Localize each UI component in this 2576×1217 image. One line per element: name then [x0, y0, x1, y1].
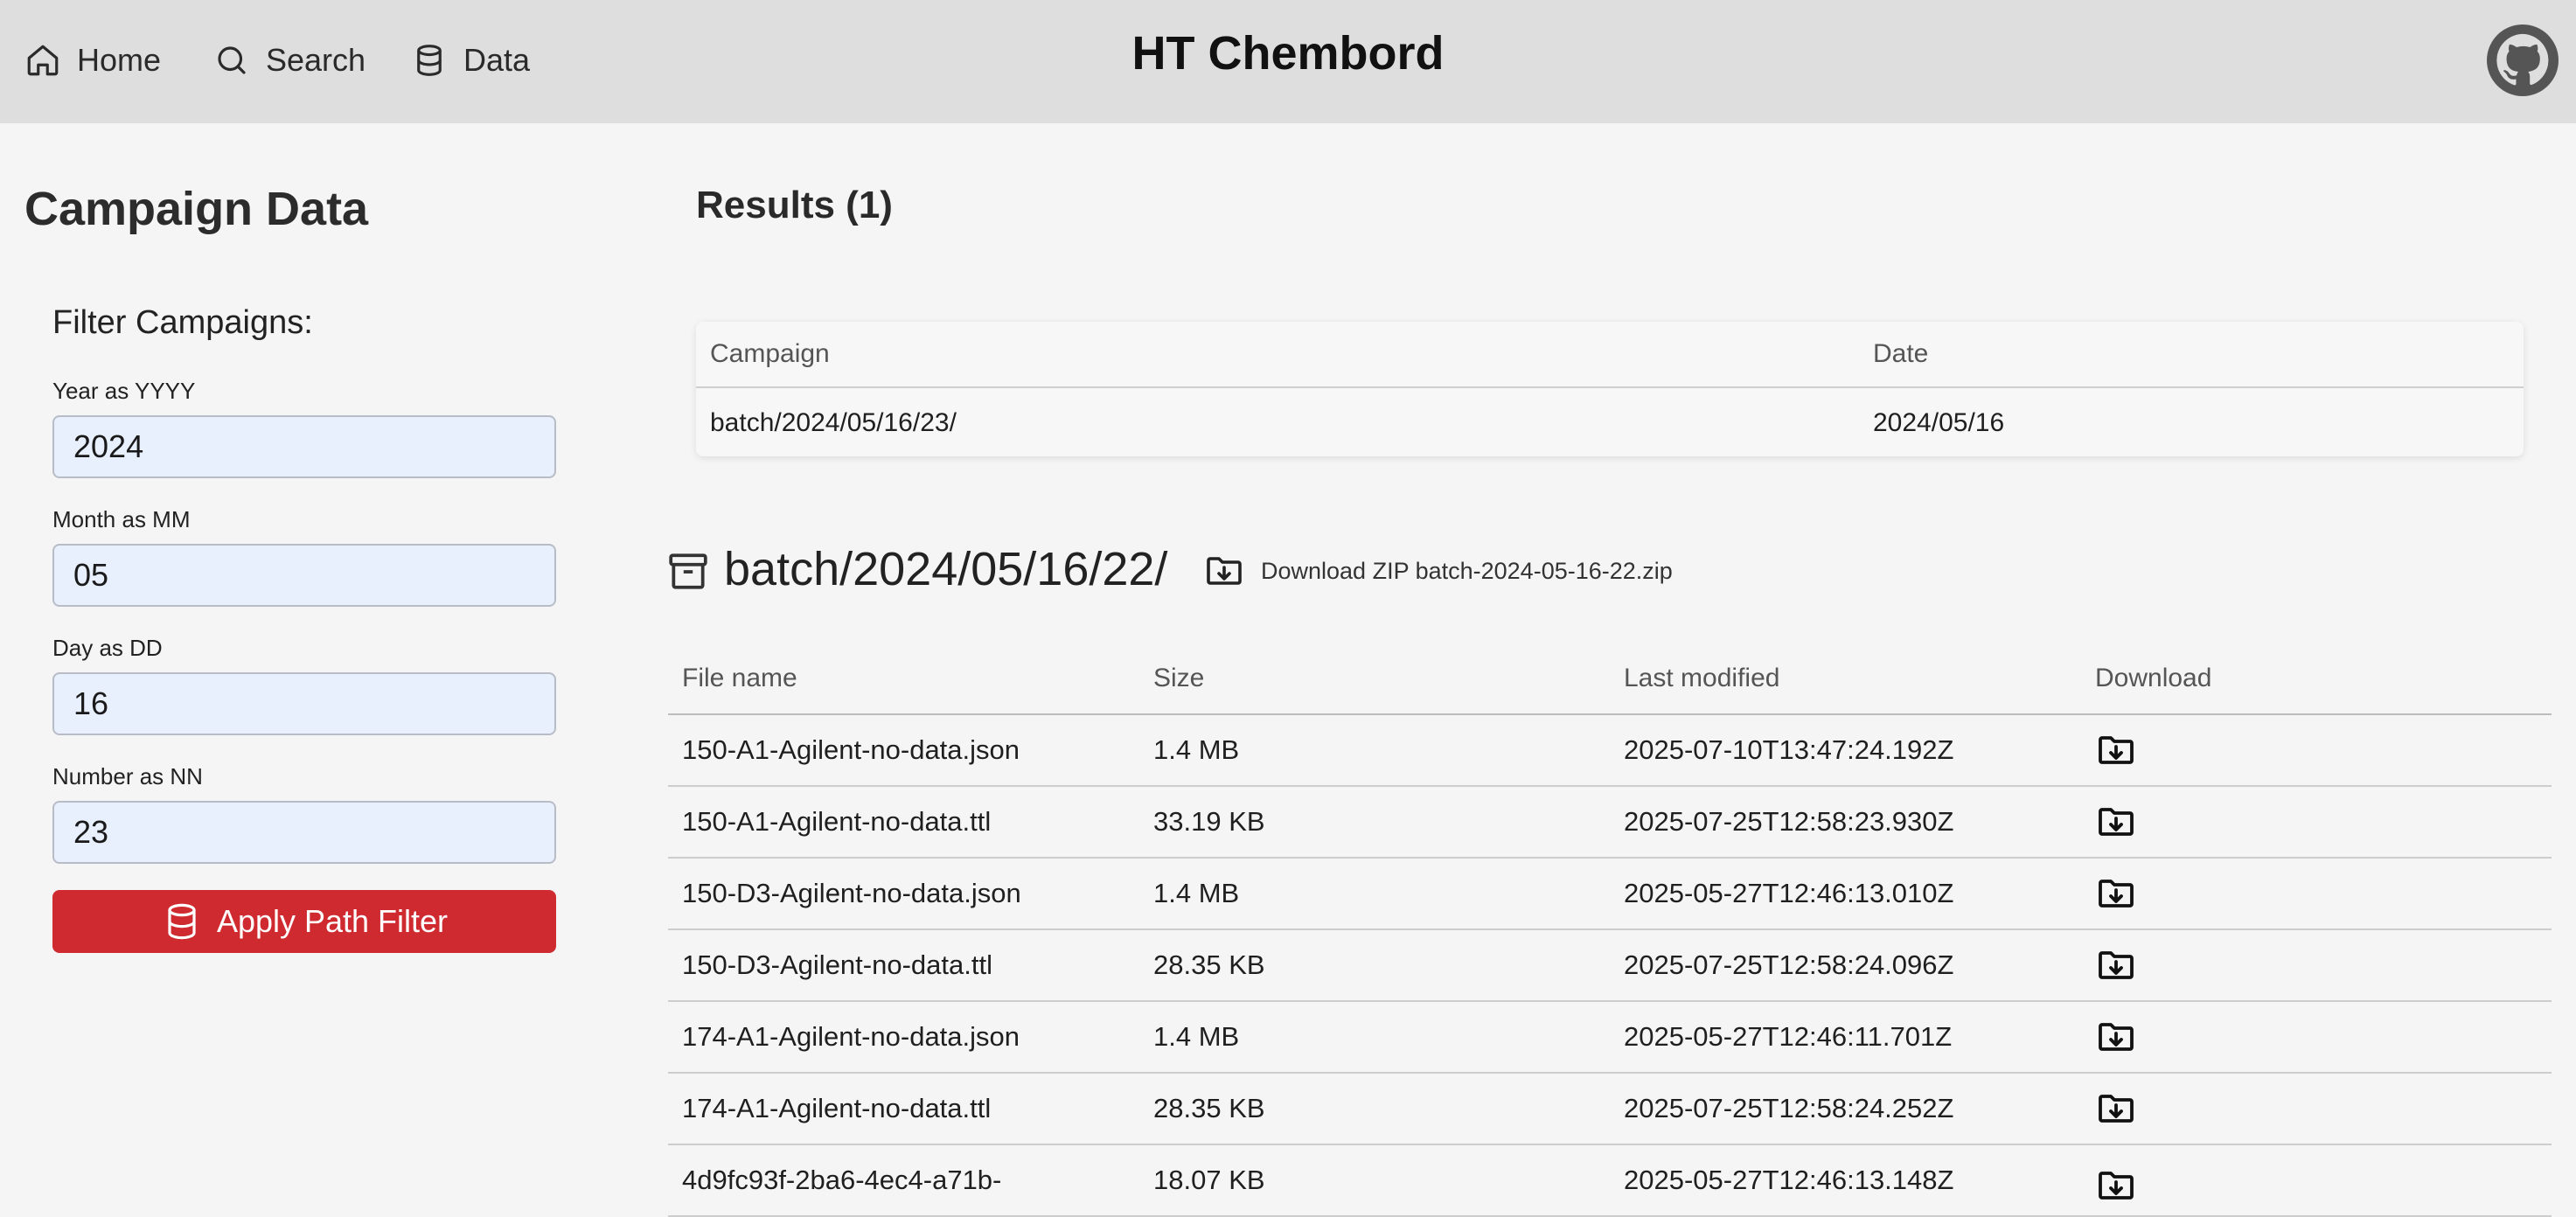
- file-name-cell: 150-A1-Agilent-no-data.json: [682, 734, 1020, 765]
- day-label: Day as DD: [52, 635, 163, 661]
- folder-download-icon: [2099, 951, 2134, 979]
- download-file-button[interactable]: [2095, 1145, 2137, 1215]
- archive-icon: [669, 553, 707, 589]
- top-navbar: Home Search Data HT Chembord: [0, 0, 2576, 123]
- filter-campaigns-heading: Filter Campaigns:: [52, 304, 313, 341]
- table-row: 174-A1-Agilent-no-data.json 1.4 MB 2025-05…: [668, 1002, 2552, 1074]
- database-icon: [417, 45, 442, 76]
- table-row: 150-A1-Agilent-no-data.json 1.4 MB 2025-07…: [668, 715, 2552, 787]
- table-row[interactable]: batch/2024/05/16/23/ 2024/05/16: [696, 390, 2524, 456]
- file-size-cell: 1.4 MB: [1153, 734, 1240, 765]
- file-name-cell: 150-D3-Agilent-no-data.json: [682, 878, 1021, 908]
- date-cell: 2024/05/16: [1873, 408, 2005, 437]
- size-column-header: Size: [1153, 664, 1205, 692]
- month-label: Month as MM: [52, 506, 191, 532]
- last-modified-cell: 2025-05-27T12:46:13.148Z: [1624, 1165, 1954, 1195]
- year-input[interactable]: [52, 415, 556, 478]
- last-modified-cell: 2025-07-25T12:58:23.930Z: [1624, 806, 1954, 837]
- file-size-cell: 1.4 MB: [1153, 878, 1240, 908]
- file-name-cell: 174-A1-Agilent-no-data.ttl: [682, 1093, 992, 1123]
- folder-download-icon: [1207, 557, 1242, 585]
- nav-search-label: Search: [266, 42, 366, 78]
- results-title: Results (1): [696, 184, 893, 226]
- campaign-column-header: Campaign: [710, 339, 830, 368]
- download-zip-link[interactable]: Download ZIP batch-2024-05-16-22.zip: [1203, 549, 1673, 593]
- last-modified-column-header: Last modified: [1624, 664, 1780, 692]
- folder-download-icon: [2099, 736, 2134, 764]
- nav-data[interactable]: Data: [411, 37, 530, 84]
- number-label: Number as NN: [52, 763, 203, 789]
- apply-path-filter-label: Apply Path Filter: [216, 903, 449, 939]
- file-name-cell: 150-D3-Agilent-no-data.ttl: [682, 949, 992, 980]
- home-icon: [27, 45, 59, 76]
- batch-title: batch/2024/05/16/22/: [724, 543, 1168, 595]
- nav-search[interactable]: Search: [213, 37, 366, 84]
- github-icon[interactable]: [2487, 24, 2559, 96]
- folder-download-icon: [2099, 1172, 2134, 1200]
- folder-download-icon: [2099, 808, 2134, 836]
- table-row: 4d9fc93f-2ba6-4ec4-a71b- 18.07 KB 2025-05-…: [668, 1145, 2552, 1217]
- last-modified-cell: 2025-05-27T12:46:11.701Z: [1624, 1021, 1953, 1052]
- download-file-button[interactable]: [2095, 715, 2137, 785]
- file-size-cell: 1.4 MB: [1153, 1021, 1240, 1052]
- last-modified-cell: 2025-07-25T12:58:24.252Z: [1624, 1093, 1954, 1123]
- download-file-button[interactable]: [2095, 930, 2137, 1000]
- nav-home-label: Home: [77, 42, 162, 78]
- search-icon: [218, 46, 246, 74]
- month-input[interactable]: [52, 544, 556, 607]
- file-name-column-header: File name: [682, 664, 797, 692]
- download-column-header: Download: [2095, 664, 2212, 692]
- table-row: 150-A1-Agilent-no-data.ttl 33.19 KB 2025-0…: [668, 787, 2552, 859]
- nav-home[interactable]: Home: [24, 37, 161, 84]
- campaign-data-title: Campaign Data: [24, 183, 369, 235]
- file-size-cell: 18.07 KB: [1153, 1165, 1265, 1195]
- folder-download-icon: [2099, 880, 2134, 908]
- file-name-cell: 4d9fc93f-2ba6-4ec4-a71b-: [682, 1165, 1002, 1195]
- results-table: Campaign Date batch/2024/05/16/23/ 2024/…: [696, 322, 2524, 456]
- file-name-cell: 150-A1-Agilent-no-data.ttl: [682, 806, 992, 837]
- file-size-cell: 28.35 KB: [1153, 949, 1265, 980]
- table-row: 150-D3-Agilent-no-data.ttl 28.35 KB 2025-0…: [668, 930, 2552, 1002]
- last-modified-cell: 2025-05-27T12:46:13.010Z: [1624, 878, 1954, 908]
- last-modified-cell: 2025-07-25T12:58:24.096Z: [1624, 949, 1954, 980]
- file-name-cell: 174-A1-Agilent-no-data.json: [682, 1021, 1020, 1052]
- number-input[interactable]: [52, 801, 556, 864]
- last-modified-cell: 2025-07-10T13:47:24.192Z: [1624, 734, 1954, 765]
- date-column-header: Date: [1873, 339, 1929, 368]
- database-icon: [168, 903, 196, 940]
- download-file-button[interactable]: [2095, 1074, 2137, 1144]
- download-file-button[interactable]: [2095, 1002, 2137, 1072]
- file-size-cell: 28.35 KB: [1153, 1093, 1265, 1123]
- download-file-button[interactable]: [2095, 787, 2137, 857]
- nav-data-label: Data: [463, 42, 531, 78]
- folder-download-icon: [2099, 1023, 2134, 1051]
- download-zip-label: Download ZIP batch-2024-05-16-22.zip: [1261, 557, 1673, 584]
- file-size-cell: 33.19 KB: [1153, 806, 1265, 837]
- folder-download-icon: [2099, 1095, 2134, 1123]
- table-row: 174-A1-Agilent-no-data.ttl 28.35 KB 2025-0…: [668, 1074, 2552, 1145]
- download-file-button[interactable]: [2095, 859, 2137, 928]
- results-table-header: Campaign Date: [696, 322, 2524, 388]
- app-brand-title: HT Chembord: [1131, 27, 1445, 80]
- table-row: 150-D3-Agilent-no-data.json 1.4 MB 2025-05…: [668, 859, 2552, 930]
- day-input[interactable]: [52, 672, 556, 735]
- apply-path-filter-button[interactable]: Apply Path Filter: [52, 890, 556, 953]
- year-label: Year as YYYY: [52, 378, 196, 404]
- file-table-header: File name Size Last modified Download: [668, 643, 2552, 715]
- campaign-cell: batch/2024/05/16/23/: [710, 408, 957, 437]
